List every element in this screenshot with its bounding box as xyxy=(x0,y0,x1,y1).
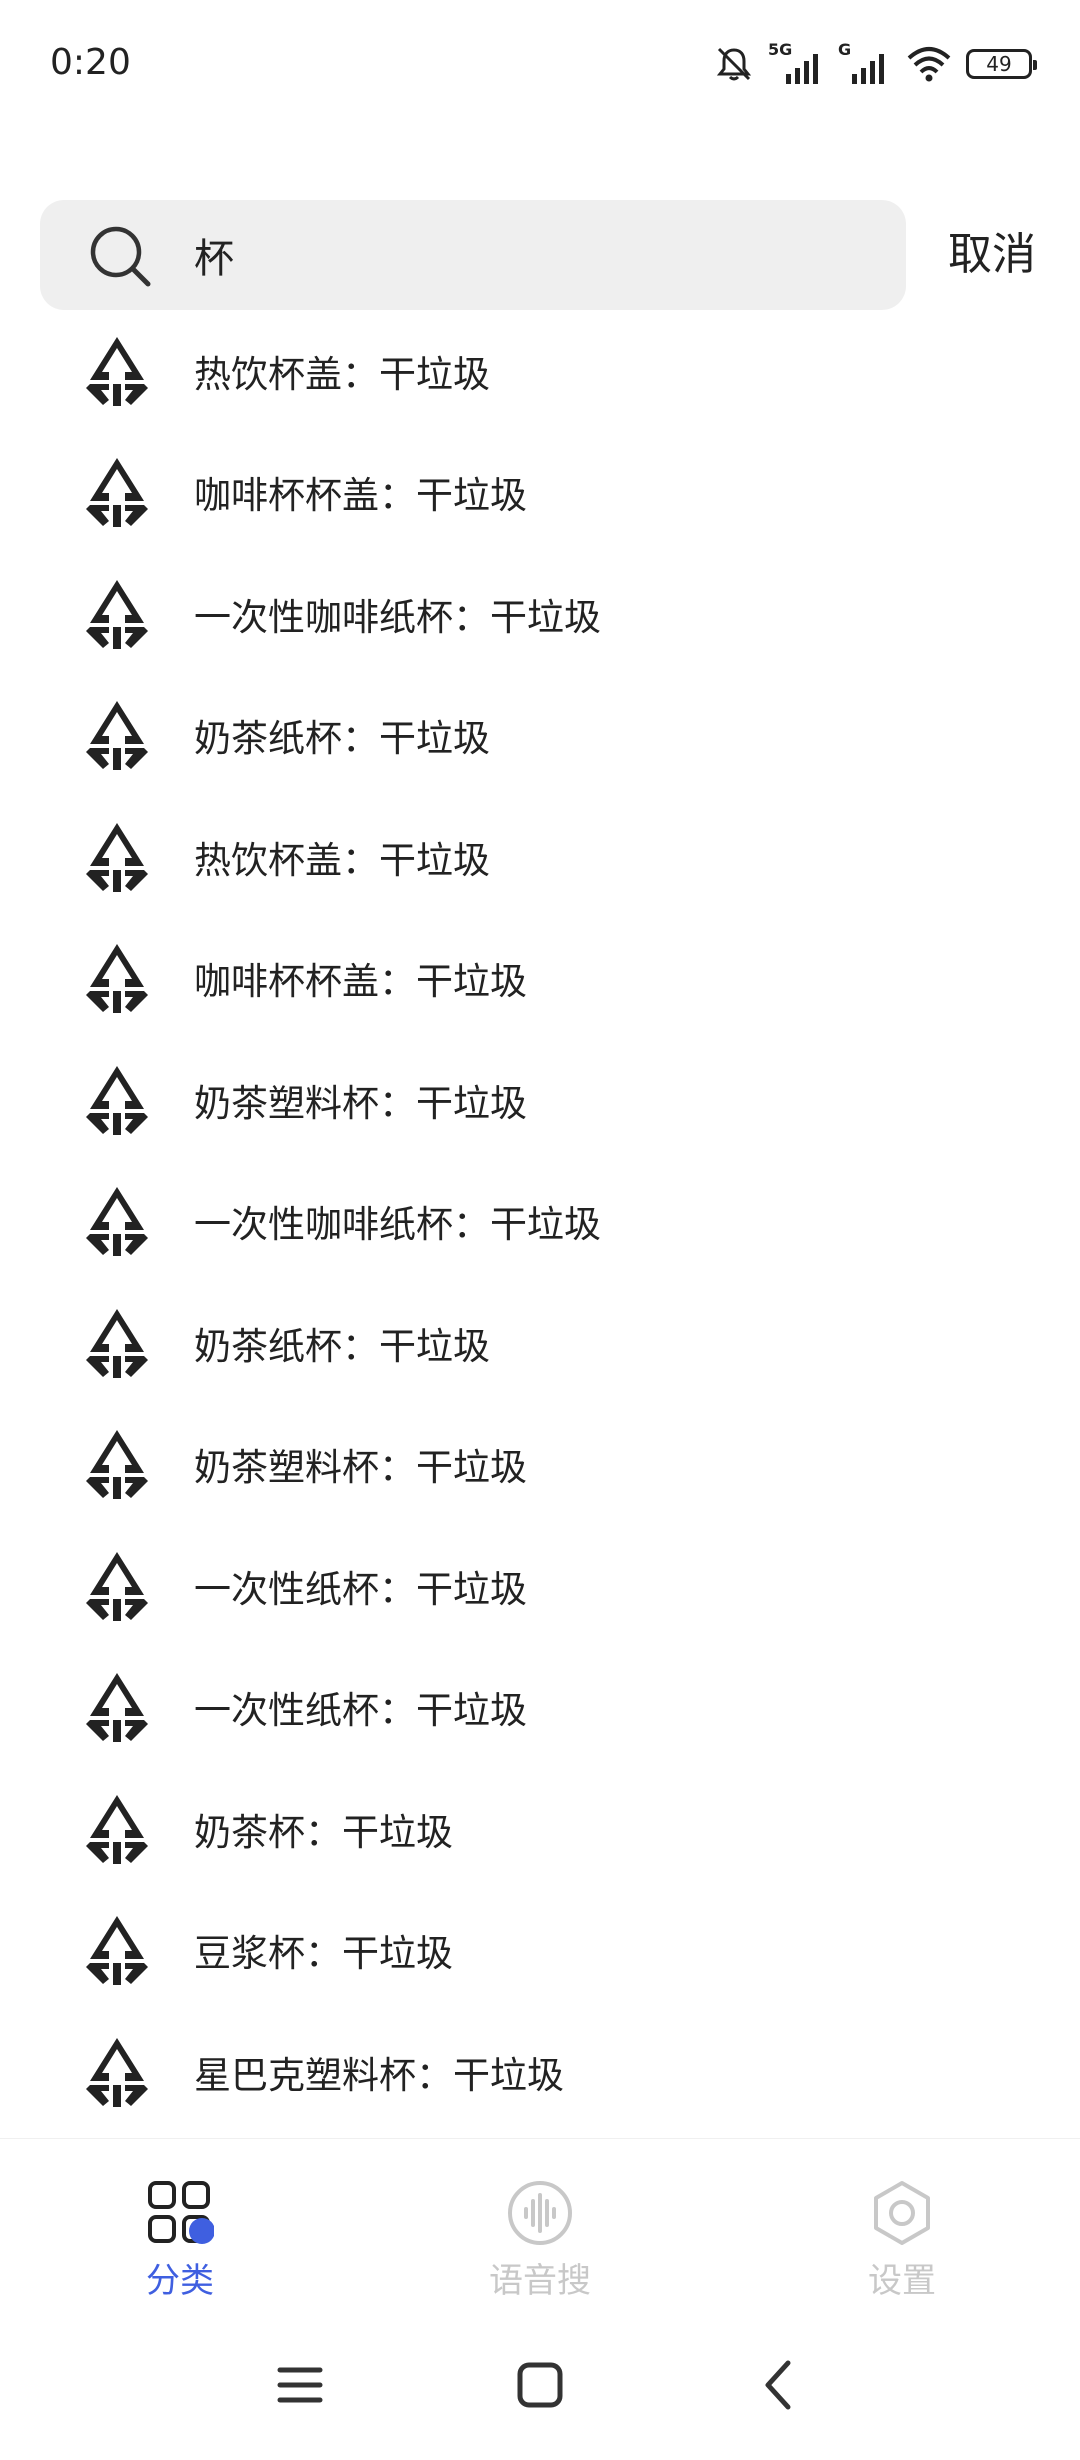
list-item[interactable]: 热饮杯盖：干垃圾 xyxy=(0,796,1080,918)
list-item-label: 星巴克塑料杯：干垃圾 xyxy=(194,2053,564,2097)
search-icon xyxy=(90,226,151,287)
list-item-label: 热饮杯盖：干垃圾 xyxy=(194,838,490,882)
dry-waste-icon xyxy=(86,701,148,771)
list-item[interactable]: 奶茶杯：干垃圾 xyxy=(0,1768,1080,1890)
system-nav-bar xyxy=(0,2310,1080,2460)
list-item-label: 奶茶塑料杯：干垃圾 xyxy=(194,1081,527,1125)
dry-waste-icon xyxy=(86,579,148,649)
list-item[interactable]: 咖啡杯杯盖：干垃圾 xyxy=(0,432,1080,554)
signal-icon xyxy=(786,54,818,84)
signal-icon xyxy=(852,54,884,84)
dry-waste-icon xyxy=(86,944,148,1014)
list-item-label: 热饮杯盖：干垃圾 xyxy=(194,352,490,396)
list-item[interactable]: 一次性咖啡纸杯：干垃圾 xyxy=(0,1161,1080,1283)
list-item[interactable]: 一次性纸杯：干垃圾 xyxy=(0,1525,1080,1647)
list-item-label: 一次性纸杯：干垃圾 xyxy=(194,1689,527,1733)
list-item[interactable]: 咖啡杯杯盖：干垃圾 xyxy=(0,918,1080,1040)
list-item[interactable]: 奶茶塑料杯：干垃圾 xyxy=(0,1404,1080,1526)
dry-waste-icon xyxy=(86,1308,148,1378)
list-item-label: 咖啡杯杯盖：干垃圾 xyxy=(194,474,527,518)
list-item-label: 奶茶纸杯：干垃圾 xyxy=(194,717,490,761)
cancel-button[interactable]: 取消 xyxy=(948,200,1036,310)
list-item-label: 一次性咖啡纸杯：干垃圾 xyxy=(194,1203,601,1247)
dry-waste-icon xyxy=(86,1916,148,1986)
signal-5g: 5G xyxy=(768,40,824,84)
back-icon[interactable] xyxy=(750,2355,810,2415)
list-item[interactable]: 星巴克塑料杯：干垃圾 xyxy=(0,2011,1080,2133)
home-icon[interactable] xyxy=(510,2355,570,2415)
list-item[interactable]: 一次性纸杯：干垃圾 xyxy=(0,1647,1080,1769)
settings-icon xyxy=(874,2181,930,2245)
dry-waste-icon xyxy=(86,1065,148,1135)
dry-waste-icon xyxy=(86,336,148,406)
dry-waste-icon xyxy=(86,1430,148,1500)
wifi-icon xyxy=(907,47,951,82)
nav-item-category[interactable]: 分类 xyxy=(80,2179,280,2302)
list-item[interactable]: 奶茶纸杯：干垃圾 xyxy=(0,675,1080,797)
nav-label-voice-search: 语音搜 xyxy=(489,2261,591,2301)
nav-item-voice-search[interactable]: 语音搜 xyxy=(440,2179,640,2302)
list-item[interactable]: 一次性咖啡纸杯：干垃圾 xyxy=(0,553,1080,675)
dry-waste-icon xyxy=(86,1673,148,1743)
list-item-label: 一次性咖啡纸杯：干垃圾 xyxy=(194,595,601,639)
list-item-label: 豆浆杯：干垃圾 xyxy=(194,1932,453,1976)
voice-search-icon xyxy=(508,2181,572,2245)
search-input[interactable] xyxy=(194,200,874,310)
nav-label-category: 分类 xyxy=(146,2261,214,2301)
list-item[interactable]: 奶茶塑料杯：干垃圾 xyxy=(0,1039,1080,1161)
status-time: 0:20 xyxy=(50,42,131,83)
nav-label-settings: 设置 xyxy=(868,2261,936,2301)
list-item-label: 奶茶纸杯：干垃圾 xyxy=(194,1324,490,1368)
status-bar: 0:20 5G G 49 xyxy=(0,0,1080,140)
dry-waste-icon xyxy=(86,1187,148,1257)
bottom-nav: 分类 语音搜 设置 xyxy=(0,2138,1080,2311)
nav-item-settings[interactable]: 设置 xyxy=(802,2179,1002,2302)
dry-waste-icon xyxy=(86,458,148,528)
results-list: 热饮杯盖：干垃圾 咖啡杯杯盖：干垃圾 一次性咖啡纸杯：干垃圾 奶茶纸杯：干垃圾 … xyxy=(0,310,1080,2133)
category-icon xyxy=(148,2181,214,2244)
list-item-label: 奶茶杯：干垃圾 xyxy=(194,1810,453,1854)
battery-indicator: 49 xyxy=(966,49,1037,79)
list-item-label: 咖啡杯杯盖：干垃圾 xyxy=(194,960,527,1004)
signal-g: G xyxy=(838,40,892,84)
search-box[interactable] xyxy=(40,200,906,310)
menu-icon[interactable] xyxy=(270,2355,330,2415)
mute-bell-icon xyxy=(716,47,752,81)
dry-waste-icon xyxy=(86,2037,148,2107)
dry-waste-icon xyxy=(86,1551,148,1621)
dry-waste-icon xyxy=(86,822,148,892)
list-item-label: 奶茶塑料杯：干垃圾 xyxy=(194,1446,527,1490)
list-item[interactable]: 豆浆杯：干垃圾 xyxy=(0,1890,1080,2012)
search-row: 取消 xyxy=(40,200,1040,310)
status-icons: 5G G 49 xyxy=(714,40,1037,84)
dry-waste-icon xyxy=(86,1794,148,1864)
list-item[interactable]: 热饮杯盖：干垃圾 xyxy=(0,310,1080,432)
list-item-label: 一次性纸杯：干垃圾 xyxy=(194,1567,527,1611)
list-item[interactable]: 奶茶纸杯：干垃圾 xyxy=(0,1282,1080,1404)
